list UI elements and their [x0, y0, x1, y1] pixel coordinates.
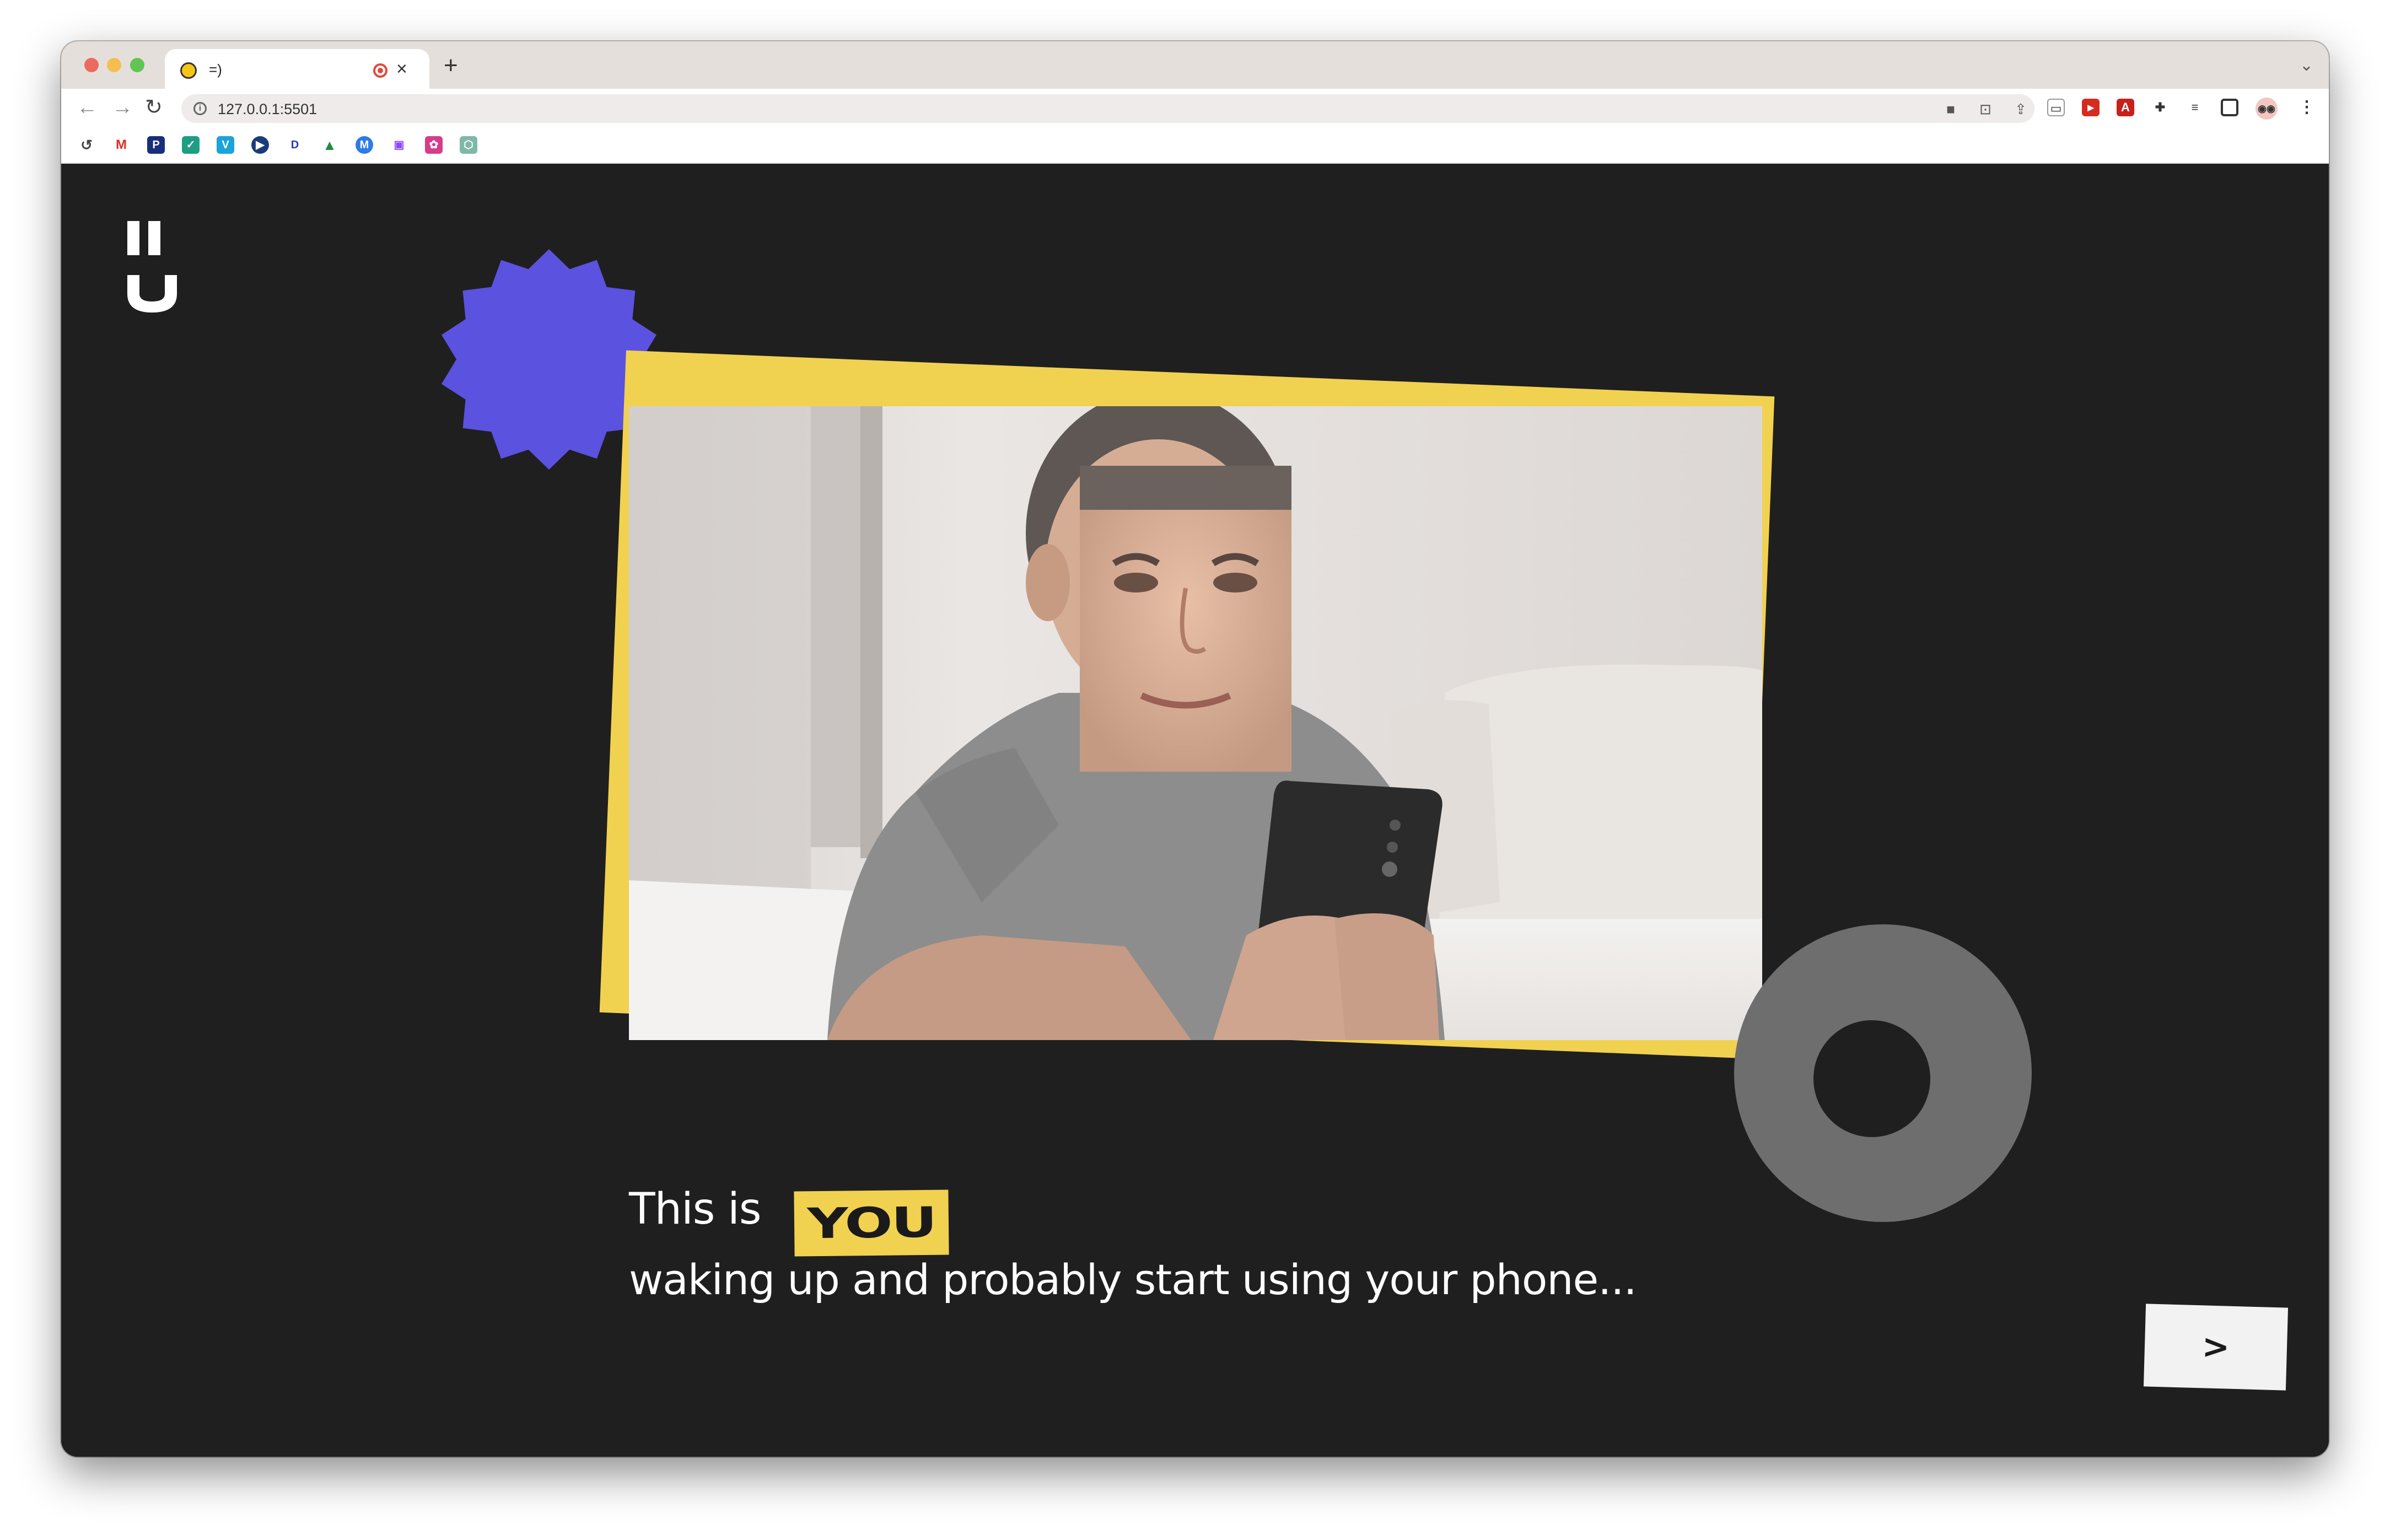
tab-title: =) [209, 61, 222, 78]
twitch-icon[interactable]: ▣ [390, 136, 408, 154]
browser-toolbar: ← → ↻ i 127.0.0.1:5501 ■ ⊡ ⇪ ☆ ▭ ▸ A ✚ ≡… [61, 89, 2329, 127]
smiley-face-icon [180, 62, 197, 79]
gmail-icon[interactable]: M [112, 136, 130, 154]
subline-text: waking up and probably start using your … [629, 1255, 1637, 1304]
tab-search-chevron-icon[interactable]: ⌄ [2300, 56, 2313, 75]
youtube-ext-icon[interactable]: ▸ [2082, 99, 2100, 116]
check-bookmark-icon[interactable]: ✓ [182, 136, 200, 154]
you-highlight-text: YOU [806, 1197, 936, 1248]
headline-text: This is [629, 1184, 761, 1234]
close-window-button[interactable] [84, 58, 99, 72]
next-button[interactable]: > [2143, 1304, 2289, 1391]
bookmarks-bar: ↺ M P ✓ V ▶ D ▲ M ▣ ✿ ⬡ [61, 127, 2329, 164]
forward-button[interactable]: → [112, 95, 133, 120]
tab-strip: =) × + ⌄ [61, 41, 2329, 89]
sidepanel-icon[interactable] [2221, 99, 2238, 116]
cast-icon[interactable]: ▭ [2047, 99, 2065, 116]
p-bookmark-icon[interactable]: P [147, 136, 165, 154]
pdf-ext-icon[interactable]: A [2117, 99, 2134, 116]
more-menu-icon[interactable]: ⋮ [2298, 99, 2316, 116]
reading-list-icon[interactable]: ≡ [2186, 99, 2204, 116]
vimeo-icon[interactable]: V [217, 136, 234, 154]
web-page: This is YOU waking up and probably start… [61, 164, 2329, 1457]
minimize-window-button[interactable] [107, 58, 121, 72]
new-tab-button[interactable]: + [444, 53, 458, 78]
address-bar[interactable]: i 127.0.0.1:5501 ■ ⊡ ⇪ ☆ [181, 94, 2062, 123]
puzzle-extensions-icon[interactable]: ✚ [2151, 99, 2169, 116]
translate-icon[interactable]: ⊡ [1977, 101, 1994, 117]
share-icon[interactable]: ⇪ [2012, 101, 2029, 117]
disney-icon[interactable]: D [286, 136, 304, 154]
hero-photo [629, 406, 1762, 1040]
browser-window: =) × + ⌄ ← → ↻ i 127.0.0.1:5501 ■ ⊡ ⇪ ☆ … [61, 41, 2329, 1457]
flower-bookmark-icon[interactable]: ✿ [425, 136, 443, 154]
camera-icon[interactable]: ■ [1942, 101, 1959, 117]
you-highlight-badge: YOU [794, 1189, 949, 1257]
openai-icon[interactable]: ⬡ [460, 136, 477, 154]
m-bookmark-icon[interactable]: M [356, 136, 373, 154]
drive-icon[interactable]: ▲ [321, 136, 338, 154]
profile-avatar[interactable]: ◉◉ [2256, 98, 2278, 120]
browser-tab[interactable]: =) × [165, 49, 429, 89]
back-button[interactable]: ← [77, 95, 98, 120]
record-icon [373, 63, 387, 78]
close-tab-icon[interactable]: × [396, 58, 407, 80]
history-icon[interactable]: ↺ [78, 136, 95, 154]
reload-button[interactable]: ↻ [145, 95, 163, 120]
gray-ring-shape [1734, 924, 2032, 1222]
brand-logo [127, 221, 177, 313]
site-info-icon[interactable]: i [193, 102, 207, 115]
play-bookmark-icon[interactable]: ▶ [251, 136, 269, 154]
url-text[interactable]: 127.0.0.1:5501 [218, 101, 317, 118]
maximize-window-button[interactable] [130, 58, 144, 72]
